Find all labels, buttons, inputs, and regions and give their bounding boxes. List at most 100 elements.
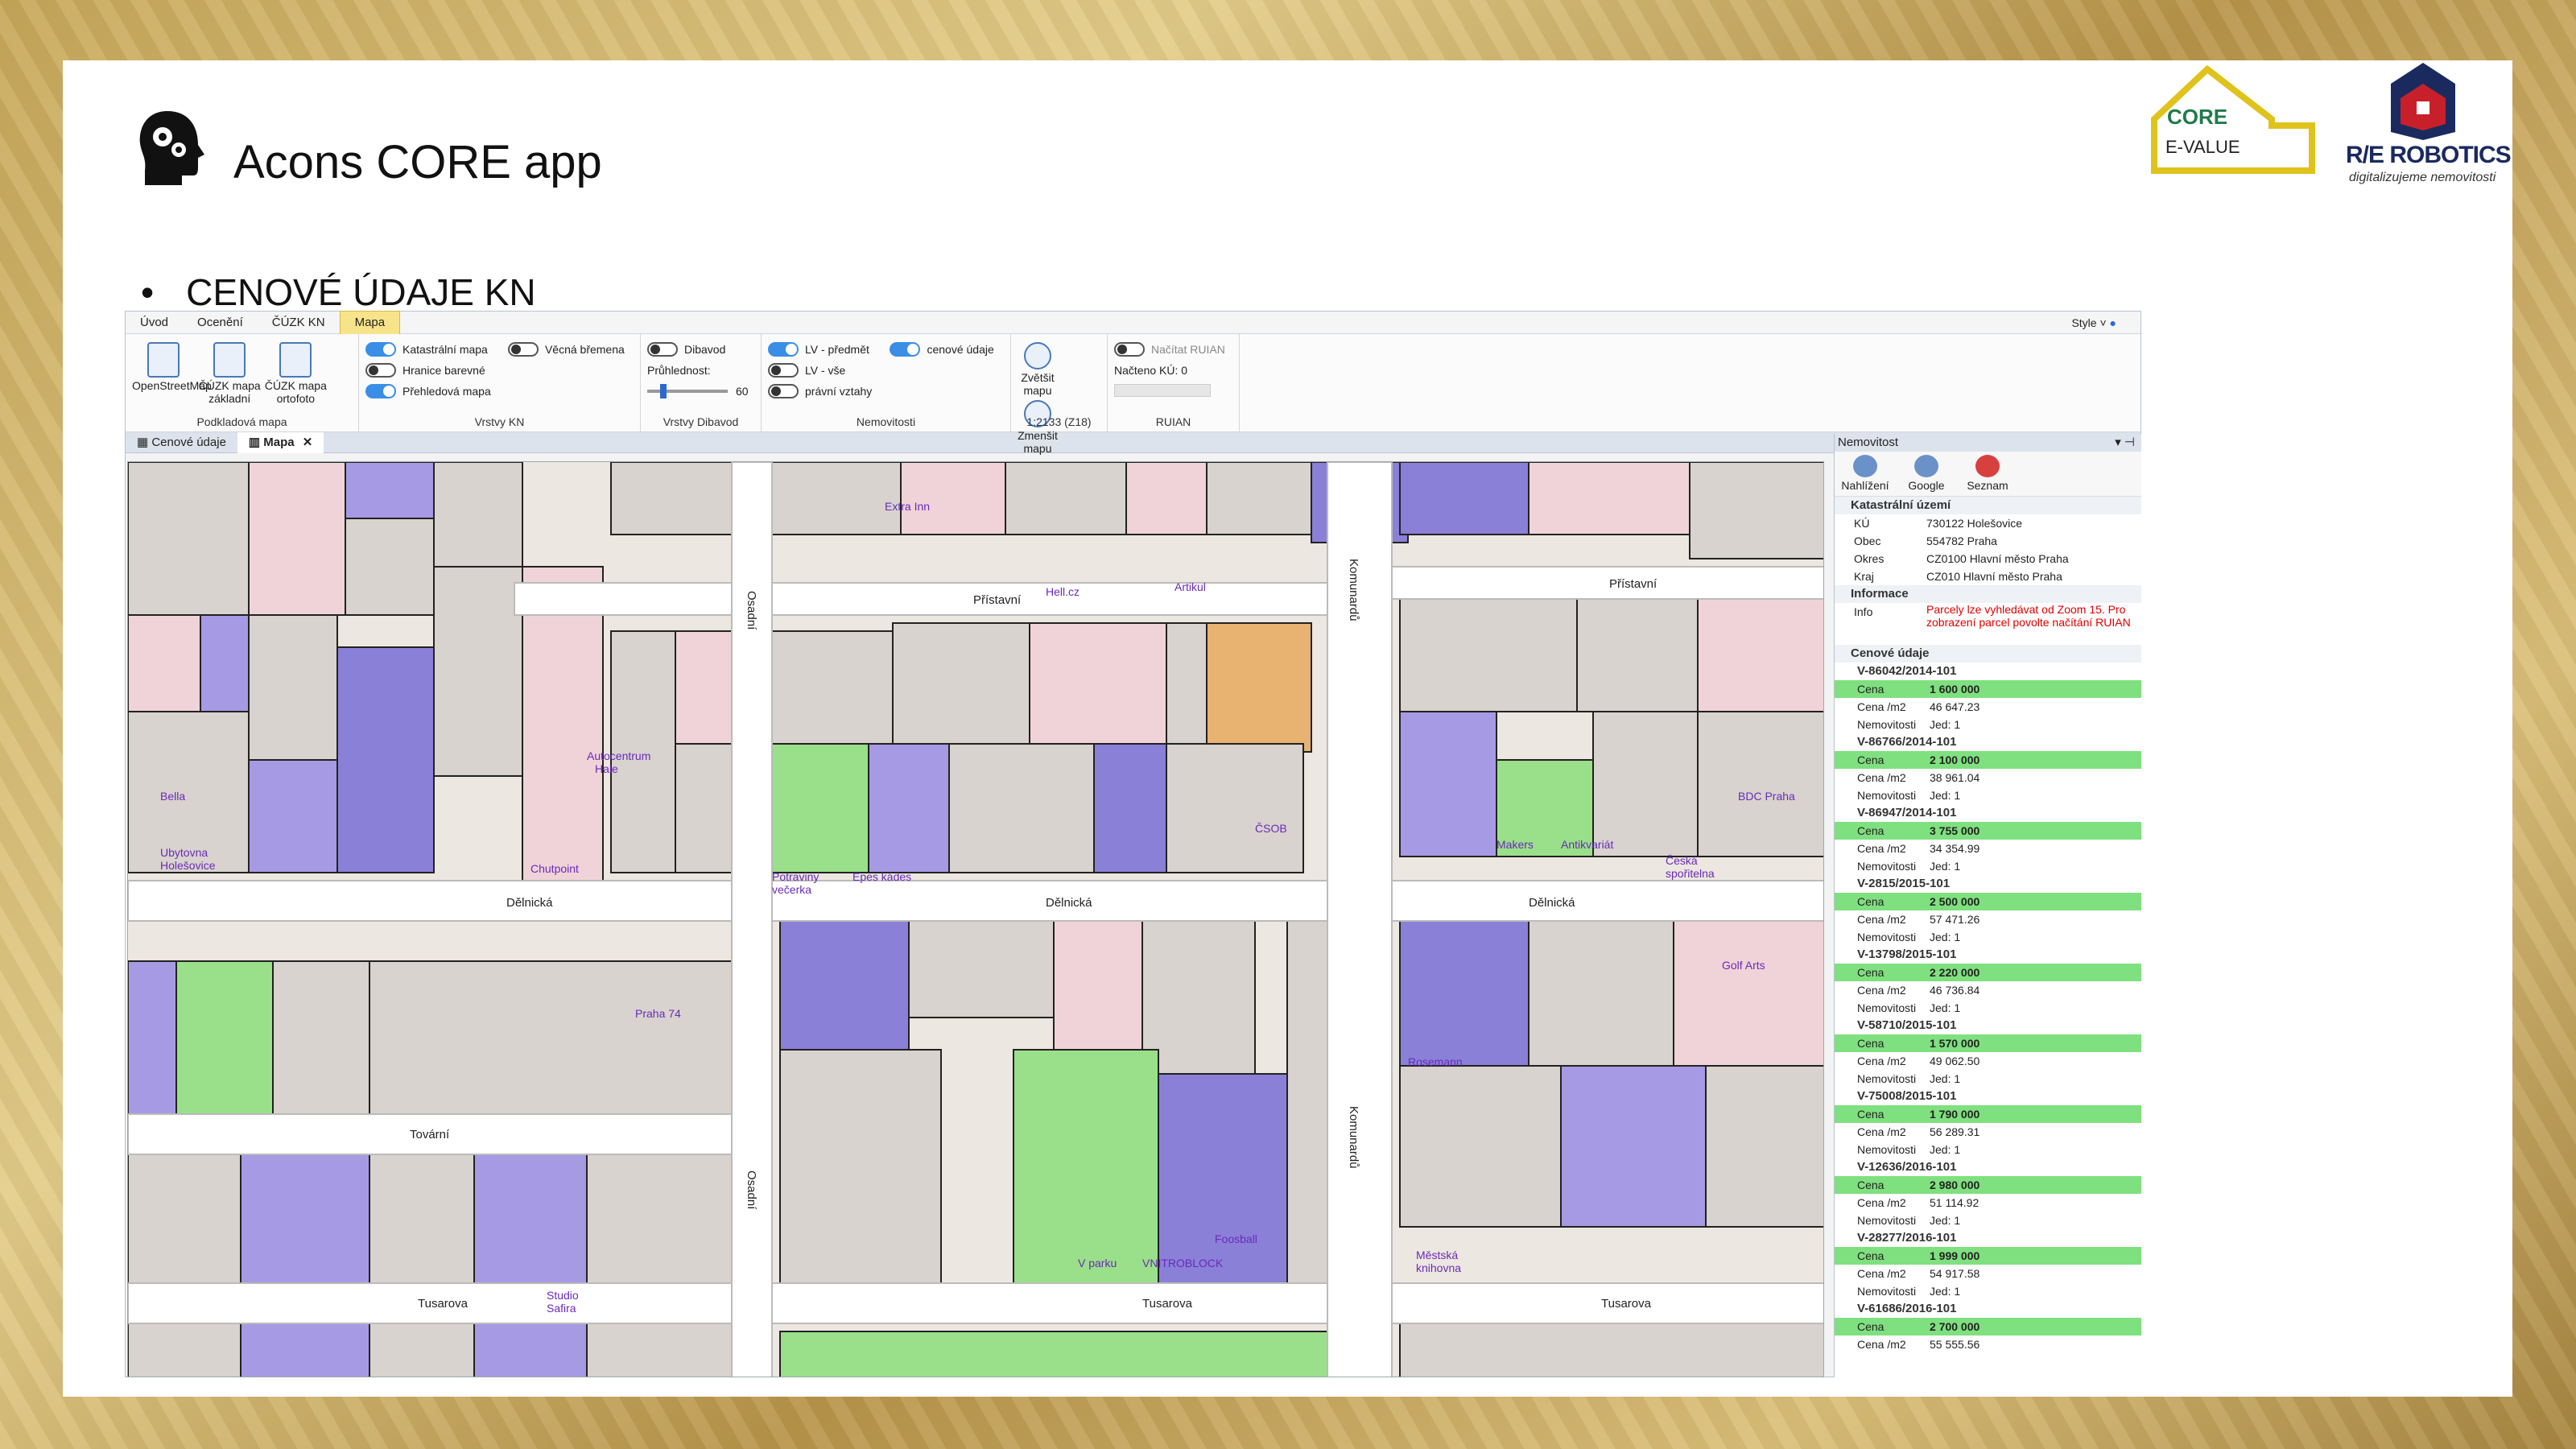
toggle-lv-vse[interactable]: LV - vše bbox=[768, 360, 881, 381]
panel-pin-icon[interactable]: ▾ ⊣ bbox=[2115, 434, 2141, 452]
style-label: Style bbox=[2071, 316, 2097, 329]
info-warning: Parcely lze vyhledávat od Zoom 15. Pro z… bbox=[1926, 603, 2131, 629]
osm-map-icon bbox=[147, 342, 180, 378]
row-key: Okres bbox=[1854, 552, 1885, 565]
record-id[interactable]: V-28277/2016-101 bbox=[1835, 1229, 2141, 1247]
row-value: Jed: 1 bbox=[1930, 1214, 1961, 1227]
toggle-cenove-udaje[interactable]: cenové údaje bbox=[890, 339, 1004, 360]
nahlizeni-button[interactable]: Nahlížení bbox=[1835, 452, 1896, 496]
switch-off[interactable] bbox=[507, 342, 539, 357]
style-dropdown[interactable]: Style ˅ ● bbox=[2071, 316, 2140, 329]
tab-cenove-udaje[interactable]: ▦ Cenové údaje bbox=[126, 432, 237, 453]
cuzk-ortofoto-button[interactable]: ČÚZK mapa ortofoto bbox=[264, 339, 327, 405]
record-cena: Cena 1 600 000 bbox=[1835, 680, 2141, 698]
logo-re-subtitle: digitalizujeme nemovitosti bbox=[2349, 171, 2496, 184]
menu-oceneni[interactable]: Ocenění bbox=[183, 312, 258, 334]
switch-on[interactable] bbox=[365, 342, 396, 357]
cadastral-map[interactable]: Přístavní Přístavní Dělnická Dělnická Dě… bbox=[128, 462, 1824, 1377]
record-id[interactable]: V-13798/2015-101 bbox=[1835, 946, 2141, 964]
row-value: Jed: 1 bbox=[1930, 1143, 1961, 1156]
menu-cuzk-kn[interactable]: ČÚZK KN bbox=[258, 312, 340, 334]
row-okres: Okres CZ0100 Hlavní město Praha bbox=[1835, 550, 2141, 568]
toggle-katastralni-mapa[interactable]: Katastrální mapa bbox=[365, 339, 500, 360]
row-key: Cena /m2 bbox=[1857, 700, 1906, 713]
toggle-label: LV - předmět bbox=[805, 343, 869, 356]
panel-header: Nemovitost ▾ ⊣ bbox=[1835, 434, 2141, 452]
toggle-lv-predmet[interactable]: LV - předmět bbox=[768, 339, 881, 360]
zoom-in-button[interactable]: Zvětšit mapu bbox=[1018, 339, 1058, 397]
record-id[interactable]: V-61686/2016-101 bbox=[1835, 1300, 2141, 1318]
menu-mapa[interactable]: Mapa bbox=[339, 311, 401, 334]
row-key: Cena bbox=[1857, 1179, 1885, 1191]
button-label: Google bbox=[1908, 479, 1945, 492]
row-value: 46 647.23 bbox=[1930, 700, 1980, 713]
cuzk-ortofoto-icon bbox=[279, 342, 312, 378]
record-id[interactable]: V-2815/2015-101 bbox=[1835, 875, 2141, 893]
toggle-ruian[interactable]: Načítat RUIAN bbox=[1114, 339, 1232, 360]
tab-label: Mapa bbox=[263, 435, 295, 449]
switch-off[interactable] bbox=[365, 363, 396, 378]
switch-off[interactable] bbox=[647, 342, 678, 357]
record-id[interactable]: V-86947/2014-101 bbox=[1835, 804, 2141, 822]
toggle-label: Hranice barevné bbox=[402, 364, 485, 377]
street-osadni-2: Osadní bbox=[745, 1170, 758, 1210]
street-pristavni-east: Přístavní bbox=[1609, 577, 1657, 591]
record-cena: Cena 1 790 000 bbox=[1835, 1105, 2141, 1123]
group-label: Vrstvy KN bbox=[474, 415, 525, 428]
price-record: V-86766/2014-101 Cena 2 100 000 Cena /m2 38 … bbox=[1835, 733, 2141, 804]
row-value: 1 999 000 bbox=[1930, 1249, 1980, 1262]
pruhlednost-slider[interactable]: 60 bbox=[647, 381, 754, 402]
record-id[interactable]: V-58710/2015-101 bbox=[1835, 1017, 2141, 1034]
svg-text:Epes kádes: Epes kádes bbox=[852, 870, 911, 883]
switch-off[interactable] bbox=[1114, 342, 1145, 357]
close-icon[interactable]: ✕ bbox=[303, 436, 313, 449]
menu-uvod[interactable]: Úvod bbox=[126, 312, 183, 334]
switch-off[interactable] bbox=[768, 363, 799, 378]
row-key: Cena bbox=[1857, 1108, 1885, 1121]
seznam-button[interactable]: Seznam bbox=[1957, 452, 2018, 496]
zoom-scale: 1:2133 (Z18) bbox=[1026, 415, 1092, 428]
record-id[interactable]: V-12636/2016-101 bbox=[1835, 1158, 2141, 1176]
row-key: Nemovitosti bbox=[1857, 789, 1917, 802]
section-informace[interactable]: Informace bbox=[1835, 585, 2141, 603]
google-button[interactable]: Google bbox=[1896, 452, 1957, 496]
svg-text:Ubytovna: Ubytovna bbox=[160, 846, 208, 859]
zoom-in-icon bbox=[1024, 342, 1051, 369]
map-canvas[interactable]: Přístavní Přístavní Dělnická Dělnická Dě… bbox=[127, 461, 1824, 1377]
switch-on[interactable] bbox=[365, 384, 396, 398]
switch-off[interactable] bbox=[768, 384, 799, 398]
switch-on[interactable] bbox=[890, 342, 921, 357]
section-cenove-udaje[interactable]: Cenové údaje bbox=[1835, 645, 2141, 663]
record-cena: Cena 2 500 000 bbox=[1835, 893, 2141, 910]
record-id[interactable]: V-86766/2014-101 bbox=[1835, 733, 2141, 751]
toggle-vecna-bremena[interactable]: Věcná břemena bbox=[507, 339, 634, 360]
toggle-pravni-vztahy[interactable]: právní vztahy bbox=[768, 381, 881, 402]
switch-on[interactable] bbox=[768, 342, 799, 357]
row-key: Nemovitosti bbox=[1857, 860, 1917, 873]
toggle-hranice-barevne[interactable]: Hranice barevné bbox=[365, 360, 500, 381]
re-robotics-logo bbox=[2391, 63, 2455, 140]
ruian-loaded: Načteno KÚ: 0 bbox=[1114, 364, 1188, 377]
help-icon[interactable]: ● bbox=[2110, 316, 2116, 329]
toggle-label: Přehledová mapa bbox=[402, 385, 491, 398]
cuzk-ortofoto-label: ČÚZK mapa ortofoto bbox=[264, 379, 327, 405]
record-id[interactable]: V-86042/2014-101 bbox=[1835, 663, 2141, 680]
tab-mapa[interactable]: ▥ Mapa ✕ bbox=[237, 431, 324, 453]
osm-button[interactable]: OpenStreetMap bbox=[132, 339, 212, 392]
row-key: Nemovitosti bbox=[1857, 1285, 1917, 1298]
row-key: Nemovitosti bbox=[1857, 1214, 1917, 1227]
record-cena-m2: Cena /m2 34 354.99 bbox=[1835, 840, 2141, 857]
record-cena: Cena 2 700 000 bbox=[1835, 1318, 2141, 1335]
street-osadni: Osadní bbox=[745, 591, 758, 630]
toggle-prehledova-mapa[interactable]: Přehledová mapa bbox=[365, 381, 500, 402]
section-katastr[interactable]: Katastrální území bbox=[1835, 497, 2141, 514]
toggle-label: Načítat RUIAN bbox=[1151, 343, 1225, 356]
cuzk-zakladni-button[interactable]: ČÚZK mapa základní bbox=[198, 339, 261, 405]
row-key: Cena /m2 bbox=[1857, 771, 1906, 784]
row-value: Jed: 1 bbox=[1930, 1285, 1961, 1298]
record-id[interactable]: V-75008/2015-101 bbox=[1835, 1088, 2141, 1105]
row-key: Cena bbox=[1857, 1249, 1885, 1262]
toggle-dibavod[interactable]: Dibavod bbox=[647, 339, 754, 360]
row-key: Nemovitosti bbox=[1857, 1143, 1917, 1156]
row-value: 56 289.31 bbox=[1930, 1125, 1980, 1138]
